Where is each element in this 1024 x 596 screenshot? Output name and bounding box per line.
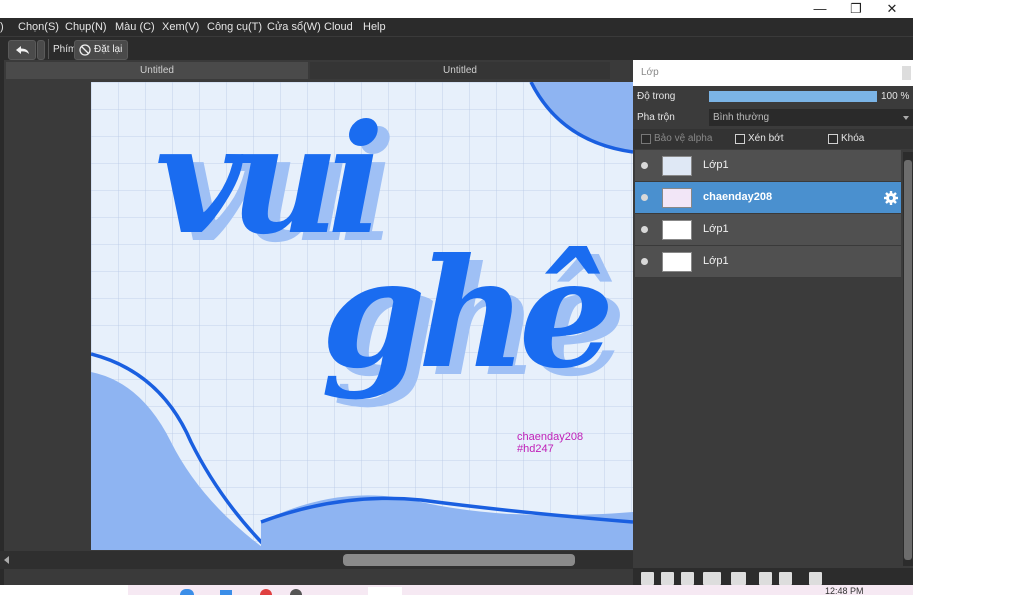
- taskbar-app-icon[interactable]: [260, 589, 272, 595]
- clipping-checkbox[interactable]: [735, 134, 745, 144]
- maximize-button[interactable]: ❐: [838, 0, 874, 18]
- horizontal-scroll-thumb[interactable]: [343, 554, 575, 566]
- reset-button[interactable]: Đặt lại: [74, 40, 128, 60]
- new-layer-8bit-icon[interactable]: [661, 572, 674, 585]
- opacity-value: 100 %: [881, 91, 910, 102]
- toolbar: Phím Đặt lại: [0, 36, 913, 61]
- vertical-scroll-thumb[interactable]: [904, 160, 912, 560]
- blend-row: Pha trộn Bình thường: [633, 108, 913, 128]
- minimize-button[interactable]: —: [802, 0, 838, 18]
- layer-item[interactable]: Lớp1: [635, 150, 901, 182]
- menu-help[interactable]: Help: [363, 21, 386, 33]
- layer-item[interactable]: Lớp1: [635, 246, 901, 278]
- layer-thumbnail: [662, 220, 692, 240]
- layer-vertical-scrollbar[interactable]: [903, 152, 913, 566]
- add-layer-menu-icon[interactable]: [703, 572, 721, 585]
- menu-window[interactable]: Cửa sổ(W): [267, 21, 321, 33]
- trash-icon[interactable]: [809, 572, 822, 585]
- new-layer-1bit-icon[interactable]: [681, 572, 694, 585]
- menu-capture[interactable]: Chụp(N): [65, 21, 107, 33]
- layer-name: Lớp1: [703, 159, 729, 171]
- layer-name: Lớp1: [703, 223, 729, 235]
- layer-thumbnail: [662, 252, 692, 272]
- tab-untitled-2[interactable]: Untitled: [310, 62, 610, 79]
- taskbar: 12:48 PM: [128, 585, 913, 596]
- clipping-label: Xén bớt: [748, 133, 784, 144]
- taskbar-app-icon[interactable]: [368, 587, 402, 595]
- layer-name: chaenday208: [703, 191, 773, 203]
- horizontal-scrollbar[interactable]: [0, 551, 633, 569]
- opacity-slider-fill: [709, 91, 877, 102]
- opacity-slider[interactable]: [709, 91, 877, 102]
- lock-checkbox[interactable]: [828, 134, 838, 144]
- layer-panel-header: Lớp: [633, 60, 913, 86]
- menu-cloud[interactable]: Cloud: [324, 21, 353, 33]
- menu-color[interactable]: Màu (C): [115, 21, 155, 33]
- menu-partial-item[interactable]: ): [0, 21, 4, 33]
- credit-name: chaenday208: [517, 431, 583, 443]
- menu-bar: ) Chọn(S) Chụp(N) Màu (C) Xem(V) Công cụ…: [0, 18, 913, 36]
- opacity-label: Độ trong: [637, 91, 676, 102]
- visibility-dot-icon[interactable]: [641, 162, 648, 169]
- lettering-line-2: ghê: [321, 226, 608, 402]
- taskbar-app-icon[interactable]: [180, 589, 194, 595]
- visibility-dot-icon[interactable]: [641, 258, 648, 265]
- undo-arrow-icon: [16, 46, 29, 54]
- layer-name: Lớp1: [703, 255, 729, 267]
- protect-alpha-checkbox[interactable]: [641, 134, 651, 144]
- blend-mode-select[interactable]: Bình thường: [709, 109, 913, 126]
- undo-button[interactable]: [8, 40, 36, 60]
- menu-select[interactable]: Chọn(S): [18, 21, 59, 33]
- protect-alpha-label: Bảo vệ alpha: [654, 133, 713, 144]
- taskbar-app-icon[interactable]: [290, 589, 302, 595]
- close-button[interactable]: ✕: [874, 0, 910, 18]
- merge-layer-icon[interactable]: [779, 572, 792, 585]
- canvas-artwork: vui ghê vui ghê chaenday208 #hd247: [91, 82, 633, 550]
- toolbar-handle[interactable]: [37, 40, 45, 60]
- no-sign-icon: [79, 44, 91, 56]
- layer-panel-title: Lớp: [641, 67, 659, 78]
- layer-options-row: Bảo vệ alpha Xén bớt Khóa: [633, 129, 913, 149]
- drawing-canvas[interactable]: vui ghê vui ghê chaenday208 #hd247: [91, 82, 633, 550]
- taskbar-app-icon[interactable]: [220, 590, 232, 595]
- chevron-down-icon: [903, 116, 909, 120]
- tab-untitled-1[interactable]: Untitled: [6, 62, 308, 79]
- visibility-dot-icon[interactable]: [641, 194, 648, 201]
- layer-thumbnail: [662, 156, 692, 176]
- toolbar-divider: [48, 39, 49, 59]
- layer-item[interactable]: Lớp1: [635, 214, 901, 246]
- opacity-row: Độ trong 100 %: [633, 87, 913, 107]
- key-label: Phím: [53, 44, 77, 55]
- blend-label: Pha trộn: [637, 112, 675, 123]
- lock-label: Khóa: [841, 133, 865, 144]
- menu-tools[interactable]: Công cụ(T): [207, 21, 262, 33]
- title-bar: — ❐ ✕: [0, 0, 913, 18]
- layer-panel: Lớp Độ trong 100 % Pha trộn Bình thường …: [633, 60, 913, 590]
- folder-icon[interactable]: [731, 572, 746, 585]
- reset-label: Đặt lại: [94, 44, 123, 55]
- visibility-dot-icon[interactable]: [641, 226, 648, 233]
- left-edge: [0, 60, 4, 585]
- panel-close-handle[interactable]: [902, 66, 911, 80]
- menu-view[interactable]: Xem(V): [162, 21, 199, 33]
- credit-tag: #hd247: [517, 443, 554, 455]
- new-layer-icon[interactable]: [641, 572, 654, 585]
- gear-icon[interactable]: [883, 190, 899, 206]
- layer-item-selected[interactable]: chaenday208: [635, 182, 901, 214]
- scroll-left-arrow-icon[interactable]: [4, 556, 9, 564]
- layer-thumbnail: [662, 188, 692, 208]
- duplicate-layer-icon[interactable]: [759, 572, 772, 585]
- blend-mode-value: Bình thường: [713, 112, 770, 123]
